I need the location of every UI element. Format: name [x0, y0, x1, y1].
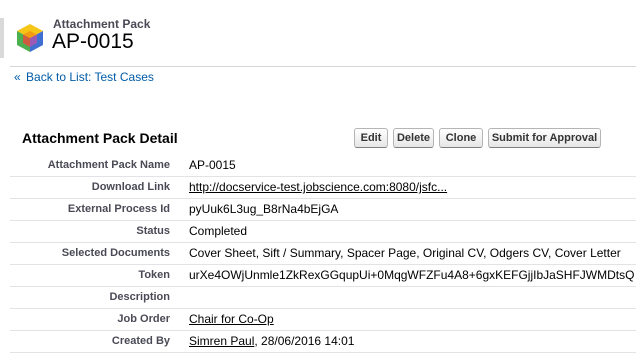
field-row-token: Token urXe4OWjUnmle1ZkRexGGqupUi+0MqgWFZ… — [10, 265, 636, 287]
created-date: , 28/06/2016 14:01 — [254, 334, 355, 348]
sidebar-tab-edge — [0, 18, 4, 58]
header-divider — [10, 66, 636, 67]
field-value: AP-0015 — [189, 158, 236, 172]
field-label: Description — [109, 291, 170, 303]
field-label: External Process Id — [67, 203, 170, 215]
download-link[interactable]: http://docservice-test.jobscience.com:80… — [189, 180, 447, 194]
created-by-user-link[interactable]: Simren Paul — [189, 334, 254, 348]
field-label: Token — [138, 269, 170, 281]
field-label: Attachment Pack Name — [47, 159, 170, 171]
double-chevron-icon: « — [14, 70, 21, 84]
detail-fields: Attachment Pack Name AP-0015 Download Li… — [10, 155, 636, 353]
field-row-description: Description — [10, 287, 636, 309]
field-label: Selected Documents — [61, 247, 170, 259]
field-value: Cover Sheet, Sift / Summary, Spacer Page… — [189, 246, 621, 260]
job-order-link[interactable]: Chair for Co-Op — [189, 312, 274, 326]
field-value: Completed — [189, 224, 248, 238]
delete-button[interactable]: Delete — [393, 128, 434, 148]
record-name: AP-0015 — [52, 30, 134, 53]
field-row-selected-documents: Selected Documents Cover Sheet, Sift / S… — [10, 243, 636, 265]
back-to-list-label[interactable]: Back to List: Test Cases — [26, 70, 154, 84]
field-row-external-process-id: External Process Id pyUuk6L3ug_B8rNa4bEj… — [10, 199, 636, 221]
field-value: pyUuk6L3ug_B8rNa4bEjGA — [189, 202, 339, 216]
edit-button[interactable]: Edit — [354, 128, 388, 148]
field-row-attachment-pack-name: Attachment Pack Name AP-0015 — [10, 155, 636, 177]
field-row-download-link: Download Link http://docservice-test.job… — [10, 177, 636, 199]
section-title: Attachment Pack Detail — [22, 130, 178, 146]
object-type-label: Attachment Pack — [53, 17, 151, 31]
field-row-status: Status Completed — [10, 221, 636, 243]
field-row-created-by: Created By Simren Paul, 28/06/2016 14:01 — [10, 331, 636, 353]
clone-button[interactable]: Clone — [439, 128, 483, 148]
field-row-job-order: Job Order Chair for Co-Op — [10, 309, 636, 331]
field-label: Status — [136, 225, 170, 237]
cube-icon — [17, 24, 43, 52]
field-label: Job Order — [117, 313, 170, 325]
field-label: Created By — [111, 335, 170, 347]
submit-for-approval-button[interactable]: Submit for Approval — [488, 128, 601, 148]
back-to-list-link[interactable]: « Back to List: Test Cases — [14, 70, 154, 84]
field-value: Simren Paul, 28/06/2016 14:01 — [189, 334, 354, 348]
field-value: urXe4OWjUnmle1ZkRexGGqupUi+0MqgWFZFu4A8+… — [189, 268, 635, 282]
field-label: Download Link — [91, 181, 170, 193]
page-header: Attachment Pack AP-0015 — [0, 0, 636, 62]
